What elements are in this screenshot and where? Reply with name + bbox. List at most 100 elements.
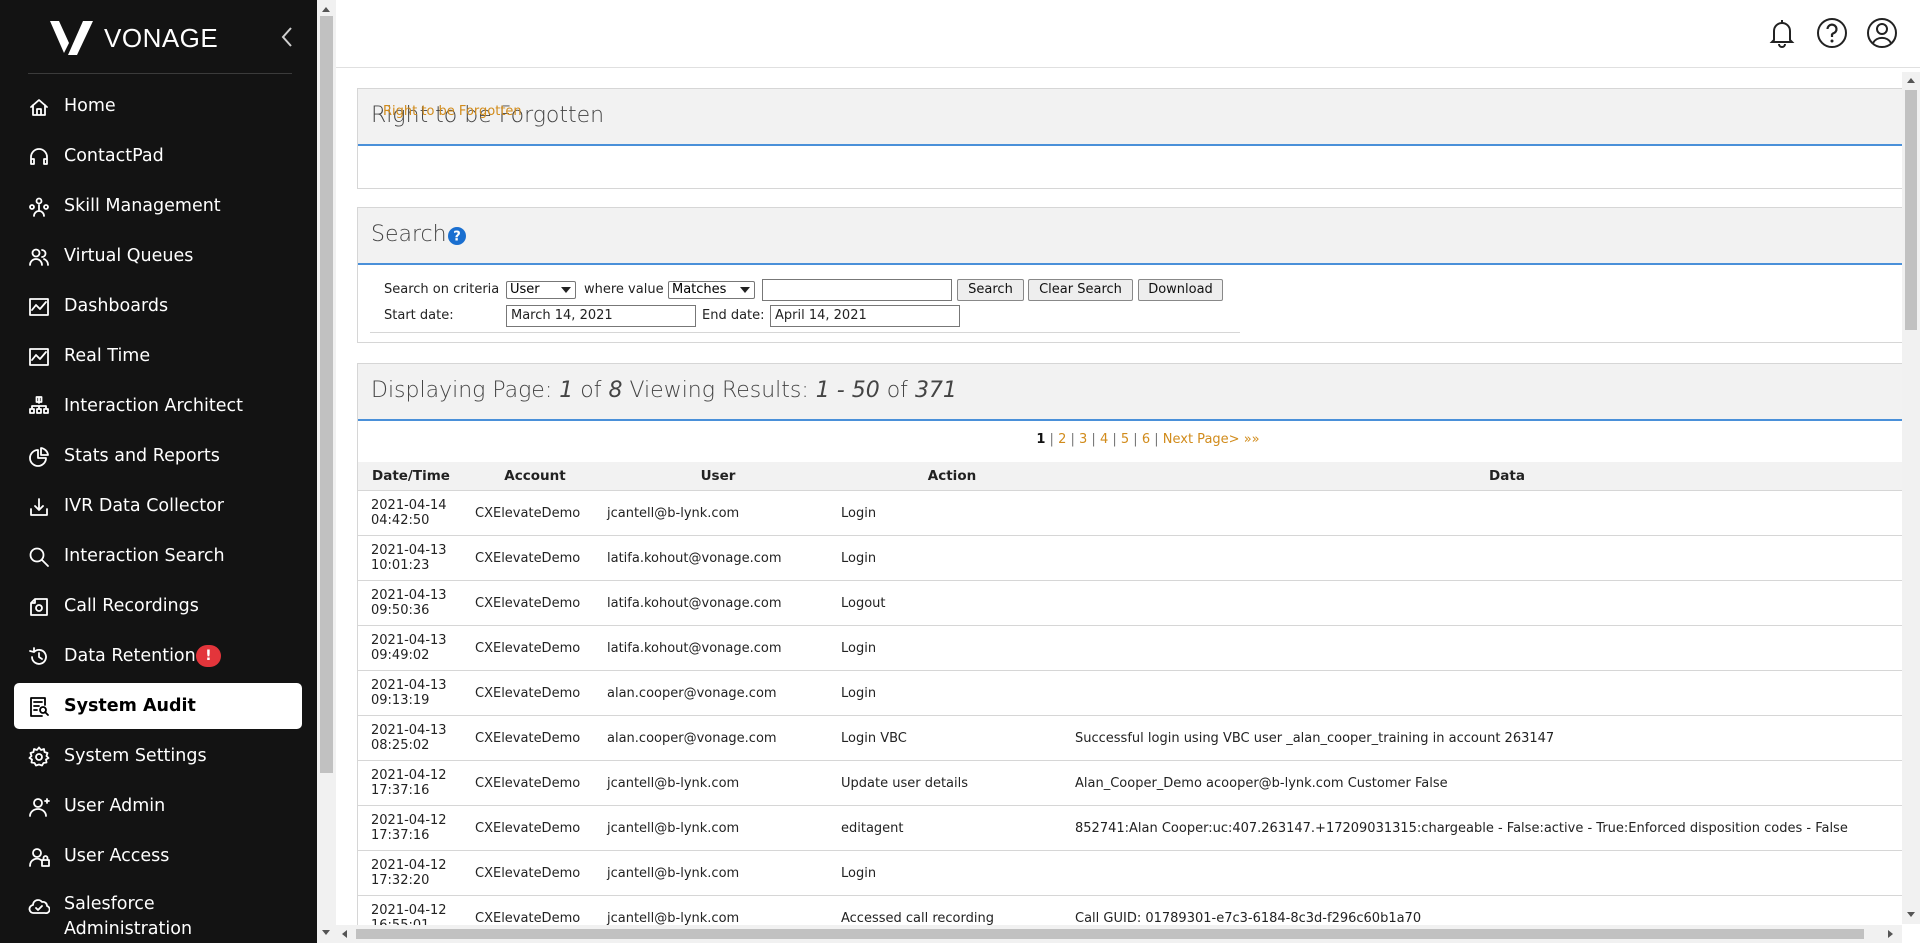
pager-page-link[interactable]: 5 [1121,432,1129,447]
sidebar-item-dashboards[interactable]: Dashboards [14,283,302,329]
content-scroll-thumb[interactable] [1905,90,1917,330]
help-icon [1817,18,1847,48]
horizontal-scroll-thumb[interactable] [356,929,1864,939]
column-header[interactable]: Action [828,462,1062,491]
pager-page-link[interactable]: 4 [1100,432,1108,447]
account-cell: CXElevateDemo [462,490,594,536]
account-cell: CXElevateDemo [462,580,594,626]
user-icon [28,796,50,818]
search-button[interactable]: Search [957,279,1024,301]
results-summary: Displaying Page: 1 of 8 Viewing Results:… [371,378,957,403]
recording-icon [28,596,50,618]
end-date-input[interactable]: April 14, 2021 [770,305,960,327]
rtbf-link[interactable]: Right to be Forgotten [383,104,522,119]
user-cell: latifa.kohout@vonage.com [594,625,828,671]
table-row: 2021-04-14 04:42:50 CXElevateDemo jcantell@… [358,490,1920,536]
user-cell: latifa.kohout@vonage.com [594,535,828,581]
users-icon [28,246,50,268]
user-cell: jcantell@b-lynk.com [594,760,828,806]
audit-table: Date/Time Account User Action Data 2021-04-1… [358,462,1920,925]
sidebar-item-data-retention[interactable]: Data Retention! [14,633,302,679]
sidebar-nav: Home ContactPad Skill Management Virtual Qu… [14,83,302,939]
sidebar-item-call-recordings[interactable]: Call Recordings [14,583,302,629]
vonage-v-icon [50,21,93,55]
sidebar-item-label: User Access [64,846,170,866]
sidebar-item-home[interactable]: Home [14,83,302,129]
sidebar-item-skill-management[interactable]: Skill Management [14,183,302,229]
download-button[interactable]: Download [1138,279,1223,301]
help-button[interactable] [1815,16,1849,50]
collapse-sidebar-button[interactable] [276,24,298,50]
action-cell: editagent [828,805,1062,851]
vonage-logo[interactable]: VONAGE [50,18,218,58]
clear-search-button[interactable]: Clear Search [1028,279,1133,301]
headset-icon [28,146,50,168]
bell-icon [1769,20,1795,48]
criteria-select[interactable]: User [506,281,576,299]
search-title: Search [371,222,447,247]
sidebar-item-label: System Settings [64,746,207,766]
sidebar-item-virtual-queues[interactable]: Virtual Queues [14,233,302,279]
sidebar-item-interaction-search[interactable]: Interaction Search [14,533,302,579]
sidebar-item-system-settings[interactable]: System Settings [14,733,302,779]
search-divider [370,332,1240,333]
match-select[interactable]: Matches [668,281,755,299]
pager-page-link[interactable]: 3 [1079,432,1087,447]
audit-icon [28,696,50,718]
action-cell: Login [828,535,1062,581]
data-cell [1062,490,1920,536]
data-cell [1062,625,1920,671]
sidebar-item-user-access[interactable]: User Access [14,833,302,879]
svg-text:?: ? [453,230,461,245]
sidebar-item-ivr-data-collector[interactable]: IVR Data Collector [14,483,302,529]
sidebar-item-label: System Audit [64,696,196,716]
sidebar-item-label: Call Recordings [64,596,199,616]
data-cell: Successful login using VBC user _alan_co… [1062,715,1920,761]
sidebar-item-label: Stats and Reports [64,446,220,466]
sidebar-item-contactpad[interactable]: ContactPad [14,133,302,179]
notifications-button[interactable] [1765,16,1799,50]
pager-page-link[interactable]: 6 [1142,432,1150,447]
sidebar-item-system-audit[interactable]: System Audit [14,683,302,729]
column-header[interactable]: Account [462,462,594,491]
sidebar-item-label: User Admin [64,796,166,816]
table-row: 2021-04-13 09:49:02 CXElevateDemo latifa.ko… [358,625,1920,671]
datetime-cell: 2021-04-13 10:01:23 [358,535,462,581]
datetime-cell: 2021-04-12 17:32:20 [358,850,462,896]
sidebar-item-salesforce-administration[interactable]: Salesforce Administration [14,883,302,939]
start-date-input[interactable]: March 14, 2021 [506,305,696,327]
alert-badge: ! [196,645,221,667]
content-scrollbar[interactable] [1902,72,1920,924]
action-cell: Login [828,490,1062,536]
user-cell: latifa.kohout@vonage.com [594,580,828,626]
account-cell: CXElevateDemo [462,715,594,761]
search-value-input[interactable] [762,279,952,301]
column-header[interactable]: User [594,462,828,491]
sidebar-item-label: Interaction Architect [64,396,243,416]
datetime-cell: 2021-04-1216:55:01 [358,895,462,925]
sidebar-item-label: Interaction Search [64,546,225,566]
sidebar-item-label: Salesforce Administration [64,894,193,939]
horizontal-scrollbar[interactable] [336,925,1902,943]
user-cell: alan.cooper@vonage.com [594,670,828,716]
pagination: 1 | 2 | 3 | 4 | 5 | 6 | Next Page> »» [1036,432,1260,447]
table-header: Date/Time Account User Action Data [358,462,1920,491]
column-header[interactable]: Data [1062,462,1920,491]
action-cell: Login [828,850,1062,896]
sidebar-scroll-thumb[interactable] [320,16,333,773]
action-cell: Accessed call recording [828,895,1062,925]
current-page: 1 [559,378,574,403]
account-button[interactable] [1865,16,1899,50]
next-page-link[interactable]: Next Page> [1163,432,1240,447]
sidebar-item-interaction-architect[interactable]: Interaction Architect [14,383,302,429]
sidebar-scrollbar[interactable] [317,0,336,943]
last-page-link[interactable]: »» [1244,432,1260,447]
sidebar-item-stats-and-reports[interactable]: Stats and Reports [14,433,302,479]
sidebar-item-user-admin[interactable]: User Admin [14,783,302,829]
help-circle-icon[interactable]: ? [448,227,466,245]
table-row: 2021-04-13 10:01:23 CXElevateDemo latifa.ko… [358,535,1920,581]
table-row: 2021-04-12 17:37:16 CXElevateDemo jcantell@… [358,760,1920,806]
column-header[interactable]: Date/Time [358,462,462,491]
sidebar-item-real-time[interactable]: Real Time [14,333,302,379]
pager-page-link[interactable]: 2 [1058,432,1066,447]
